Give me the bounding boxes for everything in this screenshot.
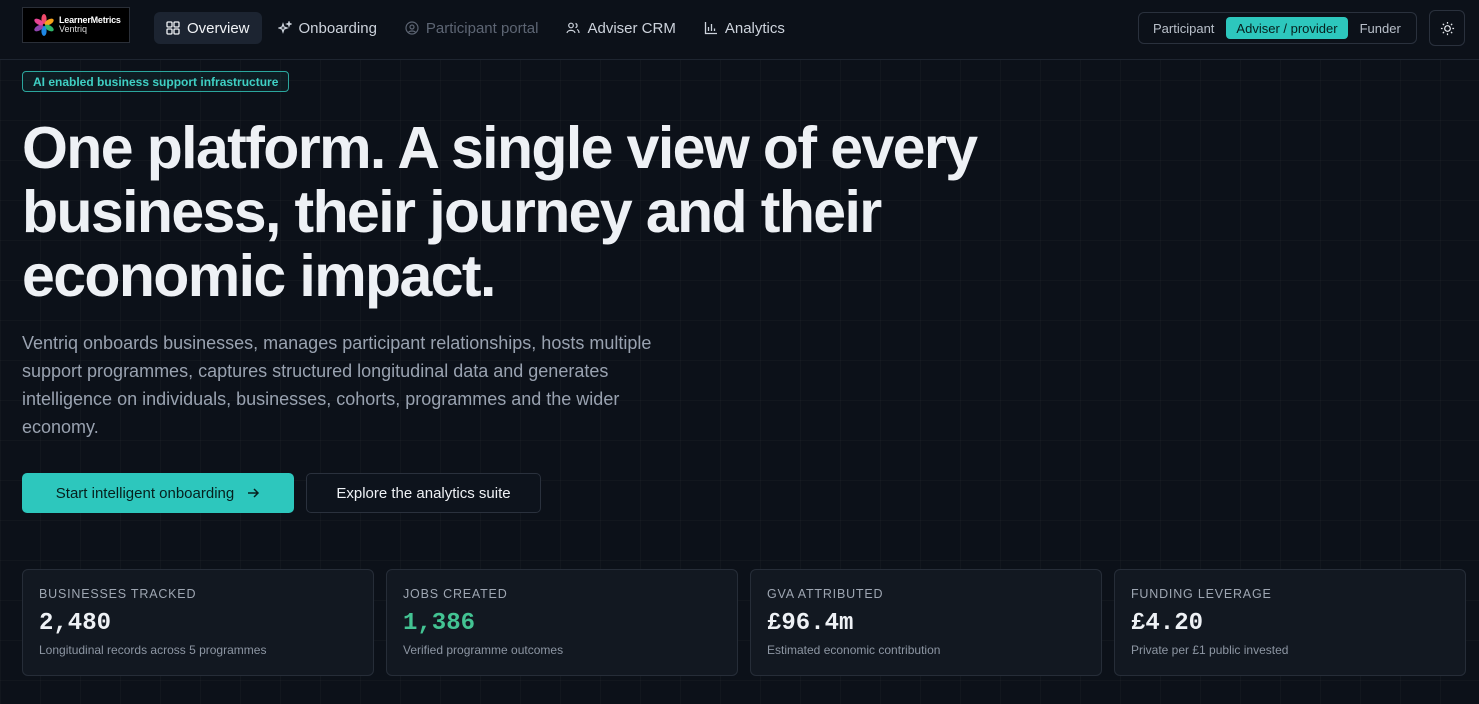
- stats-row: BUSINESSES TRACKED 2,480 Longitudinal re…: [22, 569, 1466, 676]
- arrow-right-icon: [248, 488, 260, 498]
- stat-label: FUNDING LEVERAGE: [1131, 587, 1272, 601]
- brand-product: Ventriq: [59, 24, 88, 34]
- logo-mark-icon: [34, 14, 54, 36]
- nav-item-label: Analytics: [724, 19, 785, 37]
- role-switcher: Participant Adviser / provider Funder: [1138, 12, 1417, 44]
- start-onboarding-button[interactable]: Start intelligent onboarding: [22, 473, 294, 513]
- nav-item-label: Participant portal: [425, 19, 539, 37]
- nav-item-label: Overview: [187, 19, 250, 37]
- role-option-funder[interactable]: Funder: [1350, 17, 1411, 39]
- explore-analytics-label: Explore the analytics suite: [336, 484, 511, 502]
- nav-item-label: Onboarding: [298, 19, 377, 37]
- role-option-adviser-provider[interactable]: Adviser / provider: [1226, 17, 1348, 39]
- nav-item-participant-portal[interactable]: Participant portal: [393, 12, 551, 44]
- nav-item-onboarding[interactable]: Onboarding: [266, 12, 389, 44]
- stat-value: £4.20: [1131, 610, 1204, 637]
- stat-card-gva-attributed: GVA ATTRIBUTED £96.4m Estimated economic…: [750, 569, 1102, 676]
- stat-value: 1,386: [403, 610, 476, 637]
- stat-value: £96.4m: [767, 610, 854, 637]
- stat-label: JOBS CREATED: [403, 587, 508, 601]
- user-circle-icon: [405, 21, 419, 35]
- theme-toggle-button[interactable]: [1429, 10, 1465, 46]
- explore-analytics-button[interactable]: Explore the analytics suite: [306, 473, 541, 513]
- users-icon: [566, 22, 581, 34]
- nav-item-overview[interactable]: Overview: [154, 12, 262, 44]
- role-option-participant[interactable]: Participant: [1143, 17, 1224, 39]
- stat-caption: Verified programme outcomes: [403, 643, 564, 657]
- sparkle-icon: [277, 21, 292, 34]
- stat-value: 2,480: [39, 610, 112, 637]
- hero-badge: AI enabled business support infrastructu…: [22, 71, 290, 92]
- main-nav: Overview Onboarding Participant portal A…: [154, 12, 797, 44]
- top-navigation-bar: LearnerMetrics Ventriq Overview Onboardi…: [0, 0, 1479, 60]
- nav-item-analytics[interactable]: Analytics: [692, 12, 797, 44]
- brand-logo[interactable]: LearnerMetrics Ventriq: [22, 7, 130, 43]
- stat-caption: Longitudinal records across 5 programmes: [39, 643, 267, 657]
- stat-card-businesses-tracked: BUSINESSES TRACKED 2,480 Longitudinal re…: [22, 569, 374, 676]
- start-onboarding-label: Start intelligent onboarding: [55, 484, 235, 502]
- nav-item-adviser-crm[interactable]: Adviser CRM: [554, 12, 687, 44]
- stat-card-jobs-created: JOBS CREATED 1,386 Verified programme ou…: [386, 569, 738, 676]
- bar-chart-icon: [704, 22, 717, 35]
- stat-caption: Private per £1 public invested: [1131, 643, 1289, 657]
- sun-icon: [1440, 21, 1454, 35]
- nav-item-label: Adviser CRM: [587, 19, 676, 37]
- stat-label: GVA ATTRIBUTED: [767, 587, 884, 601]
- stat-label: BUSINESSES TRACKED: [39, 587, 197, 601]
- stat-card-funding-leverage: FUNDING LEVERAGE £4.20 Private per £1 pu…: [1114, 569, 1466, 676]
- hero-title: One platform. A single view of every bus…: [22, 115, 978, 309]
- hero-description: Ventriq onboards businesses, manages par…: [22, 333, 652, 437]
- grid-icon: [166, 21, 180, 35]
- stat-caption: Estimated economic contribution: [767, 643, 941, 657]
